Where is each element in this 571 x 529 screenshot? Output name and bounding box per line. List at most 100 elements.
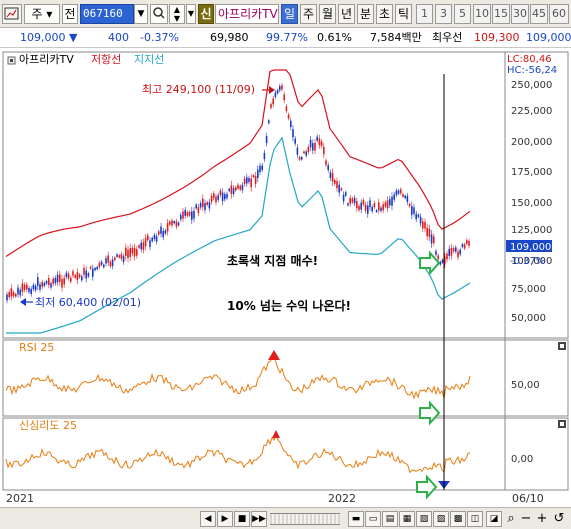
last-change-tag: -0.37% [510,256,545,267]
candle-body [406,195,409,202]
candle-body [56,274,59,282]
tool-icon[interactable]: ▦ [399,511,415,527]
stock-code-input[interactable]: 067160 [80,4,134,24]
candle-body [285,106,288,111]
sin-button[interactable]: 신 [198,4,214,24]
candle-body [452,248,455,252]
interval-1-button[interactable]: 1 [416,4,433,24]
tool-icon[interactable]: ◫ [467,511,483,527]
panel-maximize-icon[interactable] [558,420,566,428]
candle-body [362,200,365,205]
tool-icon[interactable]: ▨ [433,511,449,527]
interval-10-button[interactable]: 10 [473,4,491,24]
candle-body [26,284,28,290]
candle-body [459,249,461,255]
candle-body [417,214,420,218]
candle-body [169,221,171,225]
candle-body [279,86,281,91]
candle-body [428,228,431,237]
candle-body [65,272,68,278]
interval-45-button[interactable]: 45 [530,4,548,24]
candle-body [367,205,369,214]
candle-body [48,278,50,285]
candle-body [41,282,43,287]
candle-body [186,212,189,216]
candle-body [461,244,464,247]
legend-support: 지지선 [134,53,164,66]
candle-body [107,255,109,263]
candle-body [261,165,263,170]
psy-title: 신심리도 25 [19,419,77,432]
spin-icon[interactable]: ▲ ▼ [169,4,185,24]
candle-body [98,262,101,267]
candle-body [360,202,362,210]
candle-body [109,261,112,267]
tab-month[interactable]: 월 [319,4,336,24]
candle-body [340,188,343,191]
candle-body [217,195,219,200]
chart-area: 아프리카TV 저항선 지지선 LC:80,46 HC:-56,24 250,00… [0,48,571,511]
scroll-first-button[interactable]: ◀ [200,511,216,527]
candle-body [50,283,52,288]
type-select[interactable]: 주 ▾ [24,4,60,24]
tab-day[interactable]: 일 [281,4,298,24]
candle-body [369,200,371,208]
market-label[interactable]: 전 [62,4,78,24]
search-icon[interactable] [150,4,168,24]
candle-body [316,136,318,141]
interval-3-button[interactable]: 3 [435,4,452,24]
tab-week[interactable]: 주 [300,4,317,24]
candle-body [45,281,48,284]
candle-body [54,278,57,284]
candle-body [111,259,114,266]
tab-minute[interactable]: 분 [357,4,374,24]
scroll-prev-button[interactable]: ▶ [217,511,233,527]
candle-body [259,165,261,173]
candle-body [424,221,426,229]
panel-maximize-icon[interactable] [558,342,566,350]
price-tick: 75,000 [511,284,546,295]
candle-body [450,247,453,256]
zoom-reset-icon[interactable]: ↺ [551,511,567,527]
panel-menu-icon[interactable] [7,56,16,65]
stop-button[interactable]: ■ [234,511,250,527]
candle-body [303,151,305,154]
tab-tick[interactable]: 틱 [395,4,412,24]
code-dropdown-icon[interactable]: ▼ [134,4,148,24]
tool-icon[interactable]: ▤ [382,511,398,527]
candle-body [226,193,228,199]
plus-icon[interactable]: + [534,511,550,527]
scroll-track[interactable] [270,513,340,525]
tool-icon[interactable]: ▩ [450,511,466,527]
interval-5-button[interactable]: 5 [454,4,471,24]
candle-body [382,204,384,211]
tool-icon[interactable]: ◪ [486,511,502,527]
candle-body [375,210,378,212]
tool-icon[interactable]: ▧ [416,511,432,527]
quote-bar: 109,000 ▼ 400 -0.37% 69,980 99.77% 0.61%… [0,28,571,48]
minus-icon[interactable]: − [518,511,534,527]
zoom-in-icon[interactable]: ▭ [365,511,381,527]
list-dropdown-icon[interactable]: ▼ [186,4,196,24]
chart-icon[interactable] [2,4,22,24]
candle-body [204,203,206,211]
tab-second[interactable]: 초 [376,4,393,24]
candle-body [457,251,459,258]
tab-year[interactable]: 년 [338,4,355,24]
interval-15-button[interactable]: 15 [492,4,510,24]
candle-body [100,261,103,265]
candle-body [351,198,354,203]
magnifier-icon[interactable]: ⌕ [503,511,519,527]
candle-body [131,248,134,254]
hc-label: HC:-56,24 [507,65,557,76]
candle-body [180,214,182,220]
scroll-next-button[interactable]: ▶▶ [251,511,267,527]
candle-body [43,282,46,286]
candle-body [147,235,149,240]
candle-body [114,257,116,261]
zoom-out-icon[interactable]: ▬ [348,511,364,527]
interval-30-button[interactable]: 30 [511,4,529,24]
interval-60-button[interactable]: 60 [549,4,569,24]
legend-resist: 저항선 [91,53,121,66]
candle-body [305,151,307,156]
